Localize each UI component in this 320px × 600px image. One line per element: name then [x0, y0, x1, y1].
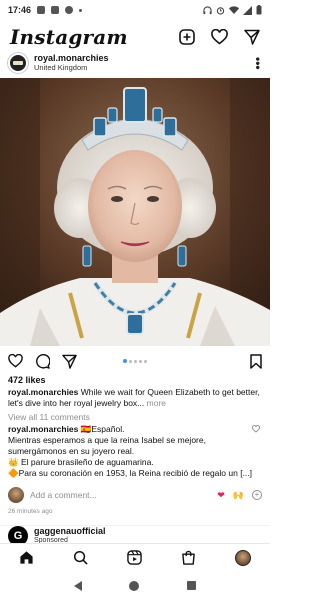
add-comment-input[interactable]: Add a comment...: [30, 490, 97, 500]
carousel-dot: [134, 359, 137, 363]
system-navigation-bar: [0, 571, 270, 600]
profile-avatar[interactable]: [234, 549, 251, 566]
reels-icon[interactable]: [127, 550, 142, 565]
carousel-dot: [144, 359, 147, 363]
wifi-icon: [229, 5, 239, 14]
notification-icon: [37, 6, 46, 14]
comment-text-1: Español.: [91, 424, 125, 434]
app-header: Instagram: [0, 22, 270, 52]
carousel-indicator: [123, 359, 147, 363]
next-post-header: G gaggenauofficial Sponsored: [0, 525, 270, 546]
share-icon[interactable]: [62, 354, 77, 369]
sponsor-username[interactable]: gaggenauofficial: [34, 526, 106, 536]
home-icon[interactable]: [19, 550, 34, 565]
activity-heart-icon[interactable]: [211, 29, 228, 45]
quick-hands-reaction[interactable]: 🙌: [233, 490, 244, 501]
current-user-avatar: [8, 487, 24, 503]
post-author-avatar[interactable]: [8, 53, 28, 73]
comment-text-2: Mientras esperamos a que la reina Isabel…: [8, 435, 206, 456]
quick-heart-reaction[interactable]: ❤: [217, 490, 225, 501]
status-bar: 17:46: [0, 0, 270, 20]
new-post-icon[interactable]: [179, 29, 195, 45]
like-count[interactable]: 472 likes: [8, 375, 46, 385]
carousel-dot: [139, 359, 142, 363]
caption-username[interactable]: royal.monarchies: [8, 387, 78, 397]
shop-icon[interactable]: [181, 550, 196, 565]
headphones-icon: [203, 5, 212, 14]
like-heart-icon[interactable]: [8, 354, 23, 368]
recents-icon[interactable]: [187, 581, 197, 590]
clock: 17:46: [8, 5, 32, 15]
post-timestamp: 26 minutes ago: [8, 508, 53, 515]
carousel-dot: [129, 359, 132, 363]
caption-more-link[interactable]: more: [147, 398, 166, 408]
add-comment-row: Add a comment... ❤ 🙌 +: [8, 486, 262, 504]
add-reaction-icon[interactable]: +: [252, 490, 262, 500]
back-icon[interactable]: [73, 580, 82, 591]
comment-line-3: 👑 El parure brasileño de aguamarina.: [8, 457, 154, 467]
comment-icon[interactable]: [35, 353, 50, 369]
queen-photo-illustration: [0, 78, 270, 346]
save-bookmark-icon[interactable]: [250, 353, 262, 369]
home-circle-icon[interactable]: [129, 580, 140, 591]
signal-icon: [243, 5, 252, 15]
gallery-icon: [51, 6, 60, 14]
carousel-dot: [123, 359, 127, 363]
view-all-comments-link[interactable]: View all 11 comments: [8, 412, 90, 422]
bottom-navigation: [0, 543, 270, 571]
comment: royal.monarchies 🇪🇸Español. Mientras esp…: [8, 424, 258, 479]
post-options-icon[interactable]: •••: [251, 57, 265, 70]
post-author-username[interactable]: royal.monarchies: [34, 53, 109, 63]
alarm-icon: [216, 6, 225, 15]
search-icon[interactable]: [73, 550, 88, 565]
battery-icon: [256, 5, 262, 15]
comment-like-icon[interactable]: [252, 425, 260, 433]
post-location[interactable]: United Kingdom: [34, 63, 109, 73]
post-actions: [0, 350, 270, 372]
comment-line-4: 🔶Para su coronación en 1953, la Reina re…: [8, 468, 253, 478]
post-caption: royal.monarchies While we wait for Queen…: [8, 387, 262, 409]
comment-flag: 🇪🇸: [80, 424, 92, 434]
post-header: royal.monarchies United Kingdom •••: [0, 50, 270, 76]
comment-username[interactable]: royal.monarchies: [8, 424, 78, 434]
direct-message-icon[interactable]: [244, 29, 260, 45]
instagram-logo[interactable]: Instagram: [10, 25, 128, 49]
post-image[interactable]: [0, 78, 270, 346]
message-icon: [65, 6, 74, 14]
dot-icon: [79, 8, 83, 12]
